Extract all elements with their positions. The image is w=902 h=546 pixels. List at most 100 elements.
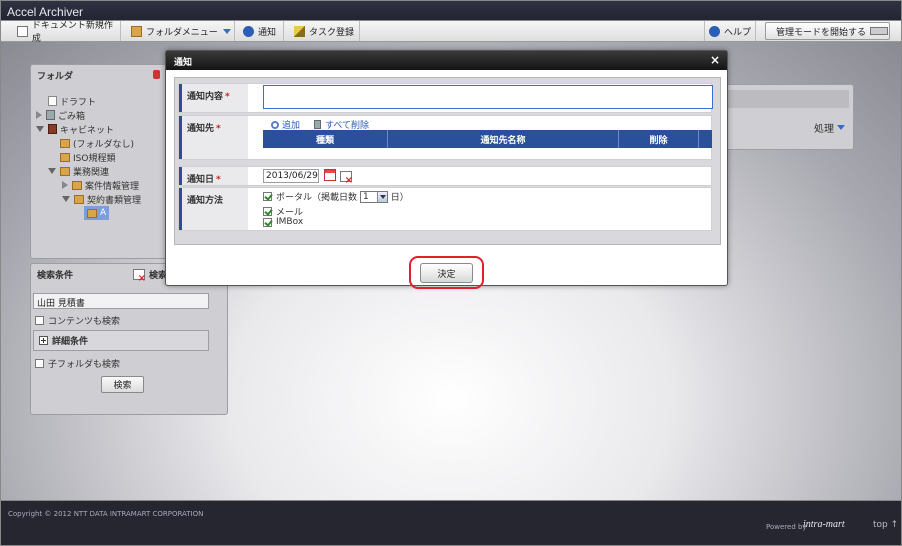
collapse-icon[interactable] xyxy=(36,126,44,132)
help-icon xyxy=(709,25,720,37)
collapse-icon[interactable] xyxy=(48,168,56,174)
portal-checkbox[interactable]: ポータル（掲載日数 1 日） xyxy=(263,190,409,203)
detail-conditions-label: 詳細条件 xyxy=(52,337,89,347)
date-label-text: 通知日 xyxy=(187,175,215,185)
calendar-icon[interactable] xyxy=(324,169,336,181)
checkbox-icon[interactable] xyxy=(35,359,44,368)
confirm-button[interactable]: 決定 xyxy=(420,263,473,283)
content-search-label: コンテンツも検索 xyxy=(48,317,121,327)
tree-item-label: ごみ箱 xyxy=(58,111,86,122)
chevron-down-icon xyxy=(837,125,845,130)
tree-item-no-folder[interactable]: (フォルダなし) xyxy=(60,136,134,150)
clear-date-icon[interactable] xyxy=(340,171,353,186)
days-suffix: 日） xyxy=(390,193,409,203)
tree-item-a[interactable]: A xyxy=(84,206,110,220)
action-label: 処理 xyxy=(814,124,834,135)
dialog-title: 通知 xyxy=(174,58,193,68)
tree-item-label: (フォルダなし) xyxy=(73,139,135,150)
app-title-bar: Accel Archiver xyxy=(0,0,902,21)
subfolder-search-checkbox[interactable]: 子フォルダも検索 xyxy=(35,357,120,370)
new-document-label: ドキュメント新規作成 xyxy=(31,21,113,44)
imbox-label: IMBox xyxy=(276,217,304,227)
folder-icon xyxy=(72,180,82,190)
folder-icon xyxy=(60,152,70,162)
notify-button[interactable]: 通知 xyxy=(239,21,284,41)
folder-menu-label: フォルダメニュー xyxy=(146,27,218,38)
col-destination-name: 通知先名称 xyxy=(388,130,619,148)
folder-icon xyxy=(60,138,70,148)
folder-icon xyxy=(74,194,84,204)
chevron-down-icon[interactable] xyxy=(376,191,387,202)
trash-icon xyxy=(46,110,55,120)
powered-by: Powered by xyxy=(766,523,807,531)
expand-icon[interactable] xyxy=(36,111,42,119)
checkbox-icon[interactable] xyxy=(263,217,272,227)
checkbox-icon[interactable] xyxy=(263,207,272,216)
scroll-top-link[interactable]: top ↑ xyxy=(873,520,898,530)
folder-icon xyxy=(131,25,142,37)
destination-row: 通知先 * 追加 すべて削除 種類 通知先名称 削除 xyxy=(178,115,712,160)
tree-item-label: 案件情報管理 xyxy=(85,181,140,192)
content-search-checkbox[interactable]: コンテンツも検索 xyxy=(35,314,120,327)
chevron-down-icon xyxy=(222,28,231,34)
tree-item-contract[interactable]: 契約書類管理 xyxy=(62,192,141,206)
brand-logo: intra-mart xyxy=(803,519,845,530)
required-mark: * xyxy=(216,175,221,185)
info-icon xyxy=(243,25,254,37)
clear-condition-button[interactable]: 検索 xyxy=(133,268,167,284)
search-button[interactable]: 検索 xyxy=(101,376,144,393)
draft-icon xyxy=(48,96,57,106)
checkbox-icon[interactable] xyxy=(263,192,272,201)
folder-icon xyxy=(87,208,97,218)
tree-item-label: キャビネット xyxy=(60,125,115,136)
dialog-form: 通知内容* 通知先* 追加 すべて削除 種類 通知先名称 削除 通知日* xyxy=(174,77,721,245)
tree-item-label: 契約書類管理 xyxy=(87,195,142,206)
tree-item-trash[interactable]: ごみ箱 xyxy=(36,108,85,122)
search-icon xyxy=(271,120,279,129)
clear-icon xyxy=(133,269,146,284)
content-label-text: 通知内容 xyxy=(187,92,224,102)
keyword-input[interactable]: 山田 見積書 xyxy=(33,293,209,309)
copyright: Copyright © 2012 NTT DATA INTRAMART CORP… xyxy=(8,510,204,518)
task-register-label: タスク登録 xyxy=(309,27,355,38)
detail-conditions-toggle[interactable]: 詳細条件 xyxy=(33,330,209,351)
required-mark: * xyxy=(225,92,230,102)
expand-icon[interactable] xyxy=(62,181,68,189)
method-row: 通知方法 ポータル（掲載日数 1 日） メール IMBox xyxy=(178,187,712,231)
new-document-button[interactable]: ドキュメント新規作成 xyxy=(13,21,121,44)
close-icon[interactable]: × xyxy=(710,53,720,67)
task-register-button[interactable]: タスク登録 xyxy=(290,21,360,41)
checkbox-icon[interactable] xyxy=(35,316,44,325)
collapse-icon[interactable] xyxy=(62,196,70,202)
tree-item-draft[interactable]: ドラフト xyxy=(48,94,96,108)
help-button[interactable]: ヘルプ xyxy=(704,21,756,41)
tree-item-iso[interactable]: ISO規程類 xyxy=(60,150,115,164)
action-menu[interactable]: 処理 xyxy=(814,120,845,135)
date-row: 通知日 * 2013/06/29 xyxy=(178,166,712,186)
destination-label-text: 通知先 xyxy=(187,124,215,134)
tree-item-label: ISO規程類 xyxy=(73,153,116,164)
col-delete: 削除 xyxy=(619,130,699,148)
tree-item-cabinet[interactable]: キャビネット xyxy=(36,122,114,136)
pin-icon[interactable] xyxy=(153,70,160,79)
days-select[interactable]: 1 xyxy=(360,190,388,203)
tree-item-label: A xyxy=(100,208,107,218)
trash-icon xyxy=(314,120,321,129)
notify-content-input[interactable] xyxy=(263,85,713,109)
notify-date-input[interactable]: 2013/06/29 xyxy=(263,169,319,183)
tree-item-project-info[interactable]: 案件情報管理 xyxy=(62,178,139,192)
footer: Copyright © 2012 NTT DATA INTRAMART CORP… xyxy=(0,500,902,546)
toolbar: ドキュメント新規作成 フォルダメニュー 通知 タスク登録 ヘルプ 管理モードを開… xyxy=(0,21,902,44)
app-title: Accel Archiver xyxy=(7,5,84,19)
content-label: 通知内容 * xyxy=(179,84,248,112)
admin-mode-button[interactable]: 管理モードを開始する xyxy=(765,22,890,40)
destination-table-header: 種類 通知先名称 削除 xyxy=(263,130,712,148)
folder-menu-button[interactable]: フォルダメニュー xyxy=(127,21,235,41)
date-label: 通知日 * xyxy=(179,167,248,185)
imbox-checkbox[interactable]: IMBox xyxy=(263,217,303,227)
tree-item-business[interactable]: 業務関連 xyxy=(48,164,109,178)
tree-item-label: ドラフト xyxy=(60,97,97,108)
pencil-icon xyxy=(294,25,305,37)
days-value: 1 xyxy=(363,191,369,202)
dialog-header: 通知 × xyxy=(166,51,727,70)
